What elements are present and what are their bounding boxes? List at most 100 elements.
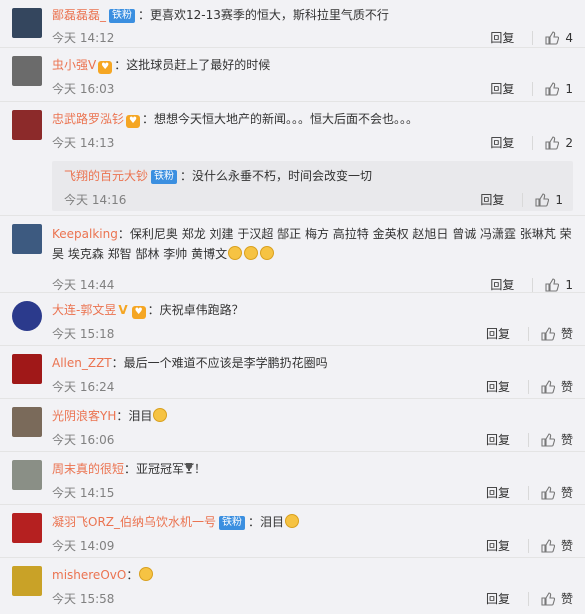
comment-username[interactable]: mishereOvO xyxy=(52,568,126,582)
comment-line: 鄙磊磊磊_ 铁粉 ：更喜欢12-13赛季的恒大，斯科拉里气质不行 xyxy=(52,8,389,23)
fan-badge[interactable]: 铁粉 xyxy=(151,170,178,184)
comment-item: 忠武路罗泓钐 ♥ ：想想今天恒大地产的新闻。。。恒大后面不会也。。。 今天 14:1… xyxy=(0,102,585,216)
avatar[interactable] xyxy=(12,513,42,543)
reply-button[interactable]: 回复 xyxy=(490,80,514,97)
vip-icon: ♥ xyxy=(126,115,141,128)
reply-button[interactable]: 回复 xyxy=(490,134,514,151)
avatar-image xyxy=(12,407,42,437)
reply-button[interactable]: 回复 xyxy=(490,276,514,293)
thumbs-up-icon xyxy=(545,81,560,96)
divider xyxy=(527,326,529,341)
like-button[interactable]: 1 xyxy=(545,82,573,96)
comment-text: 最后一个难道不应该是李学鹏扔花圈吗 xyxy=(123,356,328,370)
crying-emoji-icon xyxy=(285,514,300,528)
divider xyxy=(527,538,529,553)
comment-time: 今天 16:06 xyxy=(52,433,115,447)
comment-item: 虫小强V ♥ ：这批球员赶上了最好的时候 今天 16:03 回复 1 xyxy=(0,48,585,102)
divider xyxy=(532,81,534,96)
verified-v-icon: V xyxy=(118,303,128,317)
comment-text: 庆祝卓伟跑路？ xyxy=(159,303,244,317)
divider xyxy=(527,432,529,447)
comment-item: Allen_ZZT：最后一个难道不应该是李学鹏扔花圈吗 今天 16:24 回复 … xyxy=(0,346,585,399)
comment-text: 没什么永垂不朽，时间会改变一切 xyxy=(192,169,373,183)
crying-emoji-icon xyxy=(228,246,243,260)
reply-button[interactable]: 回复 xyxy=(486,484,510,501)
avatar[interactable] xyxy=(12,354,42,384)
comment-text: 亚冠冠军 xyxy=(136,462,185,476)
avatar[interactable] xyxy=(12,56,42,86)
like-count: 4 xyxy=(565,30,573,45)
reply-button[interactable]: 回复 xyxy=(490,29,514,46)
reply-button[interactable]: 回复 xyxy=(480,191,504,208)
comment-username[interactable]: 周末真的很短 xyxy=(52,462,124,476)
avatar[interactable] xyxy=(12,110,42,140)
comment-time: 今天 14:15 xyxy=(52,486,115,500)
like-button[interactable]: 1 xyxy=(535,193,563,207)
avatar[interactable] xyxy=(12,566,42,596)
thumbs-up-icon xyxy=(545,277,560,292)
comment-username[interactable]: 凝羽飞ORZ_伯纳乌饮水机一号 xyxy=(52,515,216,529)
comment-text: 更喜欢12-13赛季的恒大，斯科拉里气质不行 xyxy=(150,8,389,22)
avatar[interactable] xyxy=(12,301,42,331)
avatar[interactable] xyxy=(12,224,42,254)
comment-time: 今天 15:58 xyxy=(52,592,115,606)
avatar-image xyxy=(12,566,42,596)
reply-button[interactable]: 回复 xyxy=(486,431,510,448)
divider xyxy=(532,30,534,45)
comment-username[interactable]: 鄙磊磊磊_ xyxy=(52,8,106,22)
thumbs-up-icon xyxy=(545,135,560,150)
reply-button[interactable]: 回复 xyxy=(486,325,510,342)
comment-username[interactable]: Keepalking xyxy=(52,227,118,241)
comment-item: mishereOvO： 今天 15:58 回复 赞 xyxy=(0,558,585,614)
like-button[interactable]: 1 xyxy=(545,278,573,292)
comment-username[interactable]: 忠武路罗泓钐 xyxy=(52,112,124,126)
comment-item: 鄙磊磊磊_ 铁粉 ：更喜欢12-13赛季的恒大，斯科拉里气质不行 今天 14:12 … xyxy=(0,0,585,48)
comment-text: 保利尼奥 郑龙 刘建 于汉超 郜正 梅方 高拉特 金英权 赵旭日 曾诚 冯潇霆 … xyxy=(52,227,572,261)
comment-time: 今天 16:24 xyxy=(52,380,115,394)
vip-icon: ♥ xyxy=(98,61,113,74)
like-button[interactable]: 赞 xyxy=(541,537,573,554)
comment-time: 今天 14:12 xyxy=(52,31,115,45)
comment-username[interactable]: Allen_ZZT xyxy=(52,356,112,370)
like-count: 2 xyxy=(565,135,573,150)
comment-item: 光阴浪客YH：泪目 今天 16:06 回复 赞 xyxy=(0,399,585,452)
comment-username[interactable]: 大连-郭文昱 xyxy=(52,303,116,317)
avatar-image xyxy=(12,460,42,490)
crying-emoji-icon xyxy=(153,408,168,422)
reply-box: 飞翔的百元大钞 铁粉 ：没什么永垂不朽，时间会改变一切 今天 14:16 回复 1 xyxy=(52,161,573,211)
comment-item: 大连-郭文昱 V ♥ ：庆祝卓伟跑路？ 今天 15:18 回复 赞 xyxy=(0,293,585,346)
fan-badge[interactable]: 铁粉 xyxy=(219,516,246,530)
comment-item: 凝羽飞ORZ_伯纳乌饮水机一号 铁粉 ：泪目 今天 14:09 回复 赞 xyxy=(0,505,585,558)
like-count: 1 xyxy=(555,192,563,207)
thumbs-up-icon xyxy=(545,30,560,45)
avatar-image xyxy=(12,224,42,254)
divider xyxy=(527,485,529,500)
comment-username[interactable]: 光阴浪客YH xyxy=(52,409,116,423)
fan-badge[interactable]: 铁粉 xyxy=(109,9,136,23)
comment-text: 泪目 xyxy=(260,515,285,529)
avatar[interactable] xyxy=(12,460,42,490)
divider xyxy=(532,135,534,150)
avatar[interactable] xyxy=(12,407,42,437)
avatar[interactable] xyxy=(12,8,42,38)
reply-button[interactable]: 回复 xyxy=(486,537,510,554)
comment-list: 鄙磊磊磊_ 铁粉 ：更喜欢12-13赛季的恒大，斯科拉里气质不行 今天 14:12 … xyxy=(0,0,585,614)
comment-text: 泪目 xyxy=(128,409,153,423)
like-button[interactable]: 赞 xyxy=(541,431,573,448)
like-button[interactable]: 赞 xyxy=(541,484,573,501)
like-button[interactable]: 赞 xyxy=(541,590,573,607)
reply-button[interactable]: 回复 xyxy=(486,590,510,607)
vip-icon: ♥ xyxy=(131,306,146,319)
like-button[interactable]: 赞 xyxy=(541,378,573,395)
divider xyxy=(527,591,529,606)
like-button[interactable]: 4 xyxy=(545,31,573,45)
reply-button[interactable]: 回复 xyxy=(486,378,510,395)
comment-text: 想想今天恒大地产的新闻。。。恒大后面不会也。。。 xyxy=(154,112,419,126)
like-button[interactable]: 2 xyxy=(545,136,573,150)
thumbs-up-icon xyxy=(541,432,555,447)
like-button[interactable]: 赞 xyxy=(541,325,573,342)
comment-username[interactable]: 虫小强V xyxy=(52,58,96,72)
emoji-group xyxy=(227,246,275,261)
comment-username[interactable]: 飞翔的百元大钞 xyxy=(64,169,148,183)
thumbs-up-icon xyxy=(541,326,555,341)
